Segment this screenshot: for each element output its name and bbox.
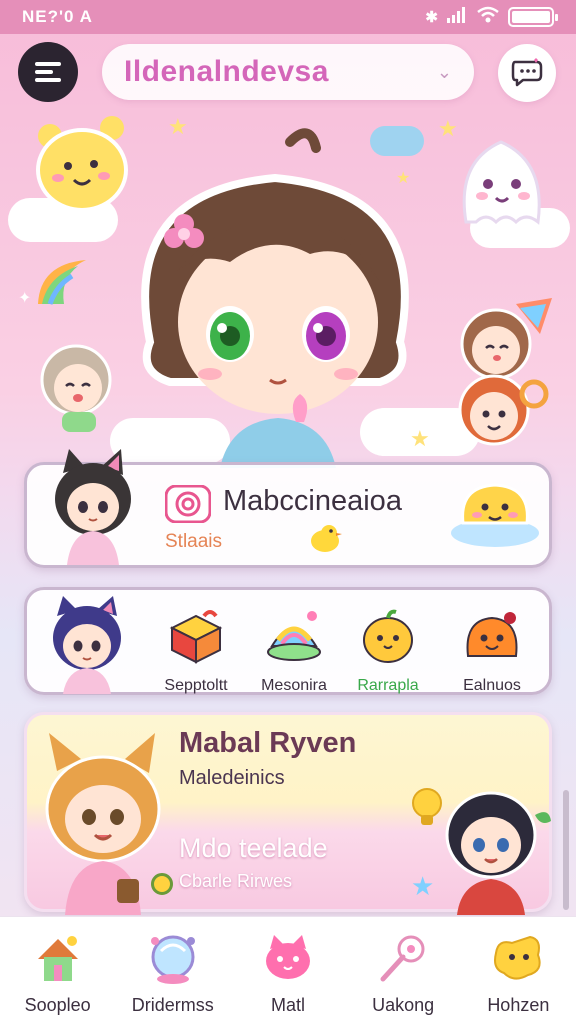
nav-item-3[interactable]: Uakong	[348, 931, 458, 1016]
signal-icon	[446, 7, 468, 27]
menu-button[interactable]	[18, 42, 78, 102]
main-character-illustration	[141, 128, 409, 468]
chibi-sticker-left	[40, 344, 112, 432]
profile-subtitle: Maledeinics	[179, 767, 285, 789]
chevron-down-icon: ⌄	[436, 61, 452, 82]
hero-illustration: ★ ★ ★ ✦ ★	[0, 108, 576, 468]
dark-hair-character-avatar	[445, 791, 551, 915]
rainbow-moon-sticker	[38, 260, 86, 305]
duckling-icon	[311, 525, 342, 552]
battery-icon	[508, 7, 558, 27]
small-badge-icon	[151, 873, 173, 895]
wifi-icon	[476, 6, 500, 28]
star-icon: ★	[411, 871, 435, 901]
featured-card[interactable]: Mabccineaioa Stlaais	[24, 449, 552, 568]
status-icons: ✱	[425, 6, 558, 28]
featured-title: Mabccineaioa	[223, 485, 402, 517]
profile-card[interactable]: Mabal Ryven Maledeinics Mdo teelade Cbar…	[24, 712, 552, 915]
bottom-navigation: Soopleo Dridermss Matl Uakong Hohzen	[0, 916, 576, 1024]
nav-label: Soopleo	[24, 995, 91, 1015]
categories-card: Sepptoltt Mesonira Rarrapla Ealnuos	[24, 587, 552, 695]
nav-label: Uakong	[372, 995, 435, 1015]
box-icon	[169, 610, 223, 664]
status-bar: NE?'0 A ✱	[0, 0, 576, 34]
nav-item-1[interactable]: Dridermss	[118, 931, 228, 1016]
category-item[interactable]: Mesonira	[249, 608, 339, 695]
rainbow-hat-icon	[267, 611, 321, 661]
profile-name: Mabal Ryven	[179, 727, 357, 759]
chat-button[interactable]	[498, 44, 556, 102]
status-time: NE?'0 A	[22, 7, 93, 26]
category-label: Sepptoltt	[164, 677, 228, 694]
featured-subtitle: Stlaais	[165, 531, 223, 552]
ghost-sticker	[462, 140, 541, 225]
profile-secondary-name: Mdo teelade	[179, 833, 328, 863]
chat-bubble-icon	[511, 58, 543, 87]
scrollbar[interactable]	[563, 790, 569, 910]
nav-label: Matl	[270, 995, 305, 1015]
menu-icon	[35, 58, 61, 86]
category-item[interactable]: Sepptoltt	[151, 608, 241, 695]
star-cloud-sticker	[451, 483, 539, 547]
app-title-pill[interactable]: Ildenalndevsa ⌄	[102, 44, 474, 100]
fruit-icon	[363, 609, 413, 663]
star-blob-icon	[494, 935, 541, 980]
profile-secondary-subtitle: Cbarle Rirwes	[179, 871, 293, 891]
app-title: Ildenalndevsa	[124, 55, 329, 88]
category-label: Ealnuos	[463, 677, 521, 694]
category-label: Rarrapla	[357, 677, 419, 694]
wand-icon	[380, 935, 425, 982]
purple-hair-character-avatar	[53, 596, 121, 694]
nav-label: Hohzen	[487, 995, 550, 1015]
nav-item-0[interactable]: Soopleo	[3, 931, 113, 1016]
cat-ear-character-avatar	[55, 449, 131, 565]
category-item[interactable]: Rarrapla	[343, 608, 433, 695]
swirl-logo-icon	[165, 485, 211, 523]
jelly-icon	[466, 612, 518, 657]
cat-blob-icon	[265, 935, 310, 979]
category-label: Mesonira	[261, 677, 327, 694]
chibi-sticker-right-bottom	[458, 374, 549, 446]
nav-item-2[interactable]: Matl	[233, 931, 343, 1016]
category-item[interactable]: Ealnuos	[447, 608, 537, 695]
house-icon	[37, 936, 78, 981]
crystal-ball-icon	[150, 935, 195, 984]
nav-label: Dridermss	[131, 995, 214, 1015]
bluetooth-icon: ✱	[425, 9, 438, 26]
nav-item-4[interactable]: Hohzen	[463, 931, 573, 1016]
